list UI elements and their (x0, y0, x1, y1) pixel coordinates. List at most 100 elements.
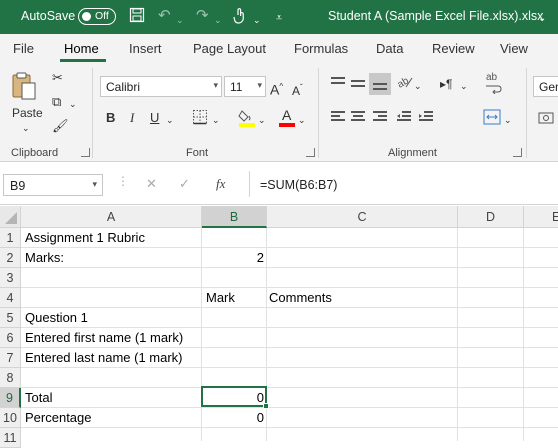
redo-icon[interactable]: ↷ (196, 7, 209, 25)
column-header-e[interactable]: E (524, 206, 558, 228)
customize-quick-access-icon[interactable]: ⩡ (276, 9, 282, 27)
cell-b10[interactable]: 0 (202, 408, 264, 428)
cell-a5[interactable]: Question 1 (25, 308, 88, 328)
underline-dropdown-icon[interactable]: ⌄ (166, 112, 174, 128)
column-header-b[interactable]: B (202, 206, 267, 228)
redo-dropdown-icon[interactable]: ⌄ (214, 11, 222, 29)
wrap-text-icon[interactable]: ab (484, 70, 504, 98)
row-header-11[interactable]: 11 (0, 428, 21, 448)
copy-icon[interactable]: ⧉ (52, 94, 61, 110)
number-format-select[interactable]: Gen (533, 76, 558, 97)
tab-view[interactable]: View (500, 41, 528, 56)
format-painter-icon[interactable]: 🖌 (52, 118, 69, 134)
tab-formulas[interactable]: Formulas (294, 41, 348, 56)
save-icon[interactable] (129, 7, 145, 28)
select-all-button[interactable] (0, 206, 21, 228)
row-header-7[interactable]: 7 (0, 348, 21, 368)
font-color-dropdown-icon[interactable]: ⌄ (298, 112, 306, 128)
tab-data[interactable]: Data (376, 41, 403, 56)
paste-dropdown-icon[interactable]: ⌄ (22, 120, 30, 136)
borders-icon[interactable] (192, 109, 208, 129)
decrease-indent-icon[interactable] (396, 110, 412, 128)
row-header-6[interactable]: 6 (0, 328, 21, 348)
alignment-launcher-icon[interactable] (513, 148, 522, 157)
insert-function-icon[interactable]: fx (216, 176, 225, 192)
row-header-10[interactable]: 10 (0, 408, 21, 428)
cell-b4[interactable]: Mark (206, 288, 235, 308)
decrease-font-size-icon[interactable]: Aˇ (292, 80, 303, 99)
copy-dropdown-icon[interactable]: ⌄ (69, 96, 77, 112)
cell-a10[interactable]: Percentage (25, 408, 92, 428)
column-header-c[interactable]: C (267, 206, 458, 228)
align-right-icon[interactable] (372, 110, 388, 128)
autosave-toggle[interactable]: Off (78, 8, 116, 25)
top-align-icon[interactable] (330, 76, 346, 94)
touch-mode-icon[interactable] (233, 7, 247, 30)
column-header-a[interactable]: A (21, 206, 202, 228)
orientation-dropdown-icon[interactable]: ⌄ (414, 78, 422, 94)
tab-file[interactable]: File (13, 41, 34, 56)
worksheet-grid[interactable]: A B C D E 1 2 3 4 5 6 7 8 9 10 11 Assign… (0, 206, 558, 448)
borders-dropdown-icon[interactable]: ⌄ (212, 112, 220, 128)
row-header-5[interactable]: 5 (0, 308, 21, 328)
cell-a1[interactable]: Assignment 1 Rubric (25, 228, 145, 248)
name-box[interactable]: B9 ▾ (3, 174, 103, 196)
tab-page-layout[interactable]: Page Layout (193, 41, 266, 56)
font-name-select[interactable]: Calibri ▾ (100, 76, 222, 97)
cell-a9[interactable]: Total (25, 388, 52, 408)
font-launcher-icon[interactable] (306, 148, 315, 157)
align-center-icon[interactable] (350, 110, 366, 128)
title-dropdown-icon[interactable]: ⌄ (538, 10, 546, 28)
cut-icon[interactable]: ✂ (52, 70, 63, 86)
group-separator (92, 68, 93, 158)
orientation-icon[interactable]: ab (396, 74, 414, 94)
merge-center-icon[interactable] (483, 109, 501, 129)
row-header-2[interactable]: 2 (0, 248, 21, 268)
fill-handle[interactable] (263, 403, 269, 409)
fill-color-dropdown-icon[interactable]: ⌄ (258, 112, 266, 128)
row-header-8[interactable]: 8 (0, 368, 21, 388)
formula-bar: B9 ▾ ⋮ ✕ ✓ fx =SUM(B6:B7) (0, 163, 558, 205)
row-header-3[interactable]: 3 (0, 268, 21, 288)
align-left-icon[interactable] (330, 110, 346, 128)
underline-button[interactable]: U (150, 110, 159, 126)
text-direction-dropdown-icon[interactable]: ⌄ (460, 78, 468, 94)
italic-button[interactable]: I (130, 110, 134, 126)
cell-c4[interactable]: Comments (269, 288, 332, 308)
column-header-d[interactable]: D (458, 206, 524, 228)
row-header-1[interactable]: 1 (0, 228, 21, 248)
cell-a2[interactable]: Marks: (25, 248, 64, 268)
bottom-align-icon[interactable] (369, 73, 391, 95)
touch-mode-dropdown-icon[interactable]: ⌄ (253, 11, 261, 29)
merge-dropdown-icon[interactable]: ⌄ (504, 112, 512, 128)
increase-font-size-icon[interactable]: A^ (270, 79, 283, 98)
row-header-9[interactable]: 9 (0, 388, 21, 408)
svg-text:A: A (282, 107, 292, 123)
cell-a7[interactable]: Entered last name (1 mark) (25, 348, 183, 368)
paste-icon[interactable] (11, 71, 37, 105)
cell-b2[interactable]: 2 (202, 248, 264, 268)
font-color-icon[interactable]: A (278, 107, 296, 131)
font-size-select[interactable]: 11 ▾ (224, 76, 266, 97)
currency-format-icon[interactable] (538, 110, 556, 131)
undo-dropdown-icon[interactable]: ⌄ (176, 11, 184, 29)
cell-a6[interactable]: Entered first name (1 mark) (25, 328, 183, 348)
shrink-letter: A (292, 84, 301, 98)
tab-home[interactable]: Home (64, 41, 99, 56)
fill-color-icon[interactable] (238, 107, 256, 131)
clipboard-launcher-icon[interactable] (81, 148, 90, 157)
text-direction-icon[interactable]: ▸¶ (440, 76, 452, 92)
enter-icon[interactable]: ✓ (179, 176, 190, 192)
selected-cell-outline (201, 386, 269, 409)
middle-align-icon[interactable] (350, 76, 366, 94)
undo-icon[interactable]: ↶ (158, 7, 171, 25)
tab-review[interactable]: Review (432, 41, 475, 56)
cancel-icon[interactable]: ✕ (146, 176, 157, 192)
row-header-4[interactable]: 4 (0, 288, 21, 308)
more-options-icon[interactable]: ⋮ (117, 174, 129, 188)
bold-button[interactable]: B (106, 110, 115, 126)
tab-insert[interactable]: Insert (129, 41, 162, 56)
paste-label[interactable]: Paste (12, 105, 43, 121)
formula-input[interactable]: =SUM(B6:B7) (249, 171, 558, 197)
increase-indent-icon[interactable] (418, 110, 434, 128)
